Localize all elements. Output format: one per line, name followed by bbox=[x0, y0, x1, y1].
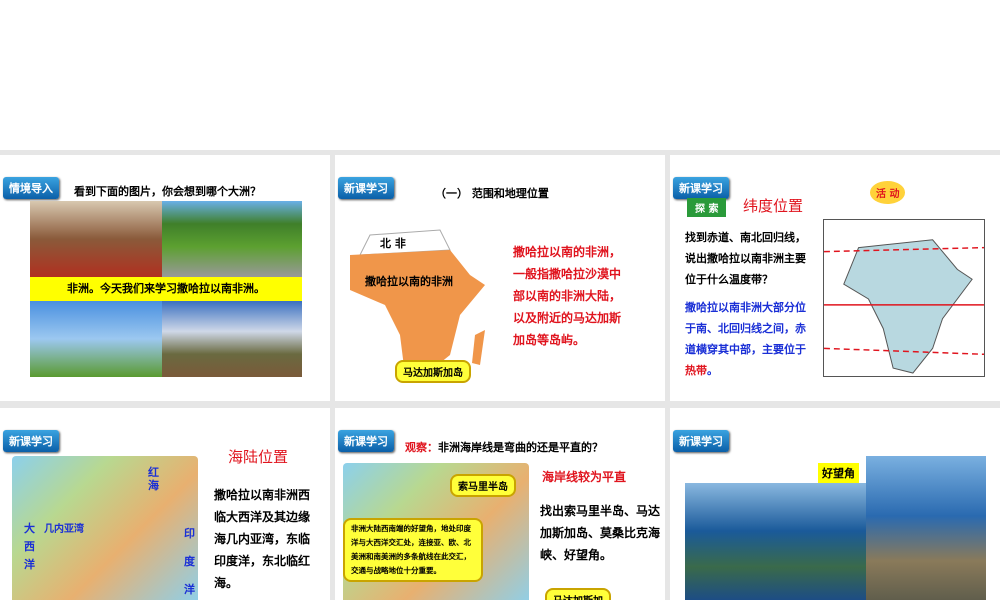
activity-star: 活 动 bbox=[870, 181, 906, 204]
slide-6[interactable]: 新课学习 好望角 bbox=[670, 408, 1000, 600]
slide-1[interactable]: 情境导入 看到下面的图片，你会想到哪个大洲？ 非洲。今天我们来学习撒哈拉以南非洲… bbox=[0, 155, 330, 401]
section-tag: 情境导入 bbox=[3, 177, 59, 199]
answer-end: 。 bbox=[707, 364, 718, 377]
question-text: 找到赤道、南北回归线，说出撒哈拉以南非洲主要位于什么温度带？ bbox=[685, 231, 806, 286]
task-text: 找出索马里半岛、马达加斯加岛、莫桑比克海峡、好望角。 bbox=[540, 504, 661, 562]
madagascar-callout: 马达加斯加 bbox=[545, 588, 611, 600]
red-sea-label: 红海 bbox=[148, 466, 159, 492]
cape-aerial-photo bbox=[685, 483, 870, 600]
section-tag: 新课学习 bbox=[338, 430, 394, 452]
slide-2[interactable]: 新课学习 （一） 范围和地理位置 北 非 撒哈拉以南的非洲 马达加斯加岛 撒哈拉… bbox=[335, 155, 665, 401]
question-text: 看到下面的图片，你会想到哪个大洲？ bbox=[74, 185, 261, 198]
heading: 海陆位置 bbox=[228, 448, 289, 466]
question-line: 观察：非洲海岸线是弯曲的还是平直的？ bbox=[405, 439, 603, 455]
zebra-photo bbox=[162, 201, 302, 277]
question-text: 非洲海岸线是弯曲的还是平直的？ bbox=[438, 441, 603, 454]
top-blank-area bbox=[0, 0, 1000, 150]
somali-callout: 索马里半岛 bbox=[450, 474, 516, 497]
definition-text: 撒哈拉以南的非洲，一般指撒哈拉沙漠中部以南的非洲大陆，以及附近的马达加斯加岛等岛… bbox=[513, 245, 622, 347]
section-tag: 新课学习 bbox=[3, 430, 59, 452]
cape-cliff-photo bbox=[866, 456, 986, 600]
maasai-photo bbox=[30, 201, 162, 277]
observe-label: 观察： bbox=[405, 441, 438, 454]
section-tag: 新课学习 bbox=[673, 177, 729, 199]
explore-badge: 探 索 bbox=[687, 198, 727, 217]
answer-body: 撒哈拉以南非洲大部分位于南、北回归线之间，赤道横穿其中部，主要位于 bbox=[685, 301, 806, 356]
giraffe-photo bbox=[30, 301, 162, 377]
photo-label: 好望角 bbox=[818, 463, 859, 483]
indian-ocean-label: 印度洋 bbox=[184, 527, 195, 596]
description-text: 撒哈拉以南非洲西临大西洋及其边缘海几内亚湾，东临印度洋，东北临红海。 bbox=[214, 488, 311, 590]
madagascar-callout: 马达加斯加岛 bbox=[395, 360, 471, 383]
physical-map bbox=[12, 456, 198, 600]
answer-text: 海岸线较为平直 bbox=[542, 470, 627, 484]
kilimanjaro-photo bbox=[162, 301, 302, 377]
slide-5[interactable]: 新课学习 观察：非洲海岸线是弯曲的还是平直的？ 索马里半岛 非洲大陆西南端的好望… bbox=[335, 408, 665, 600]
answer-highlight: 热带 bbox=[685, 364, 707, 377]
slide-3[interactable]: 新课学习 活 动 探 索 纬度位置 找到赤道、南北回归线，说出撒哈拉以南非洲主要… bbox=[670, 155, 1000, 401]
slide-title: （一） 范围和地理位置 bbox=[435, 187, 549, 200]
cape-callout: 非洲大陆西南端的好望角，地处印度洋与大西洋交汇处，连接亚、欧、北美洲和南美洲的多… bbox=[343, 518, 483, 582]
heading: 纬度位置 bbox=[743, 197, 804, 215]
sub-saharan-label: 撒哈拉以南的非洲 bbox=[365, 275, 453, 288]
yellow-banner: 非洲。今天我们来学习撒哈拉以南非洲。 bbox=[30, 277, 302, 301]
north-africa-label: 北 非 bbox=[380, 237, 406, 250]
atlantic-label: 大西洋 bbox=[24, 522, 35, 571]
gulf-of-guinea-label: 几内亚湾 bbox=[44, 524, 84, 535]
answer-text: 撒哈拉以南非洲大部分位于南、北回归线之间，赤道横穿其中部，主要位于热带。 bbox=[685, 297, 807, 381]
slide-4[interactable]: 新课学习 红海 几内亚湾 大西洋 印度洋 海陆位置 撒哈拉以南非洲西临大西洋及其… bbox=[0, 408, 330, 600]
section-tag: 新课学习 bbox=[673, 430, 729, 452]
section-tag: 新课学习 bbox=[338, 177, 394, 199]
latitude-map bbox=[823, 219, 985, 377]
